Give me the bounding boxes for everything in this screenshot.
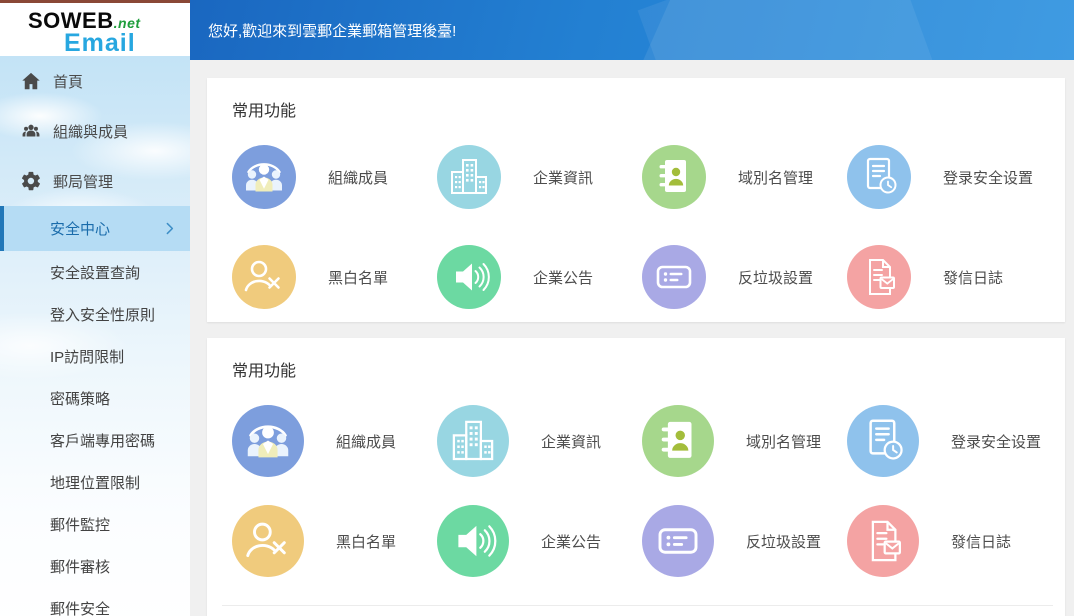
sidebar-subitem[interactable]: 安全設置查詢 xyxy=(0,251,190,293)
feature-label: 域別名管理 xyxy=(746,431,821,452)
sidebar-subitem[interactable]: 郵件審核 xyxy=(0,545,190,587)
feature-org-members[interactable]: 組織成員 xyxy=(232,405,437,477)
company-info-icon xyxy=(437,145,501,209)
login-security-icon xyxy=(847,405,919,477)
feature-send-log[interactable]: 發信日誌 xyxy=(847,245,1052,309)
sidebar-subitem[interactable]: 郵件監控 xyxy=(0,503,190,545)
feature-label: 企業資訊 xyxy=(541,431,601,452)
feature-label: 域別名管理 xyxy=(738,167,813,188)
sidebar-subitem[interactable]: 客戶端專用密碼 xyxy=(0,419,190,461)
feature-domain-alias[interactable]: 域別名管理 xyxy=(642,145,847,209)
sidebar-nav: 首頁 組織與成員 郵局管理 安全中心 安全設置查詢登入安全性原則IP訪問限制密碼… xyxy=(0,56,190,616)
section-title: 常用功能 xyxy=(232,102,1053,121)
sidebar-top-nav: 首頁 組織與成員 郵局管理 xyxy=(0,56,190,206)
users-icon xyxy=(20,120,42,142)
announcement-icon xyxy=(437,505,509,577)
feature-label: 發信日誌 xyxy=(943,267,1003,288)
sidebar-item-label: 組織與成員 xyxy=(53,121,128,142)
sidebar-subitem[interactable]: 地理位置限制 xyxy=(0,461,190,503)
feature-announcement[interactable]: 企業公告 xyxy=(437,245,642,309)
main-area: 您好,歡迎來到雲郵企業郵箱管理後臺! 常用功能 組織成員 xyxy=(190,0,1074,616)
feature-blacklist[interactable]: 黑白名單 xyxy=(232,505,437,577)
antispam-icon xyxy=(642,505,714,577)
feature-label: 黑白名單 xyxy=(328,267,388,288)
feature-label: 登录安全设置 xyxy=(951,431,1041,452)
announcement-icon xyxy=(437,245,501,309)
feature-company-info[interactable]: 企業資訊 xyxy=(437,145,642,209)
feature-grid: 組織成員 企業資訊 xyxy=(232,145,1053,309)
domain-alias-icon xyxy=(642,145,706,209)
feature-login-security[interactable]: 登录安全设置 xyxy=(847,145,1052,209)
sidebar-item-post-office[interactable]: 郵局管理 xyxy=(0,156,190,206)
feature-grid: 組織成員 企業資訊 xyxy=(232,405,1053,577)
sidebar-item-security-center[interactable]: 安全中心 xyxy=(0,206,190,251)
sidebar-sub-nav: 安全設置查詢登入安全性原則IP訪問限制密碼策略客戶端專用密碼地理位置限制郵件監控… xyxy=(0,251,190,616)
feature-label: 組織成員 xyxy=(328,167,388,188)
org-members-icon xyxy=(232,405,304,477)
feature-send-log[interactable]: 發信日誌 xyxy=(847,505,1052,577)
send-log-icon xyxy=(847,245,911,309)
feature-antispam[interactable]: 反垃圾設置 xyxy=(642,505,847,577)
feature-org-members[interactable]: 組織成員 xyxy=(232,145,437,209)
sidebar-subitem[interactable]: 登入安全性原則 xyxy=(0,293,190,335)
domain-alias-icon xyxy=(642,405,714,477)
sidebar: SOWEB.net Email 首頁 組織與成員 郵局管理 安全中心 安全設置查… xyxy=(0,0,190,616)
sidebar-subitem[interactable]: 郵件安全 xyxy=(0,587,190,616)
home-icon xyxy=(20,70,42,92)
company-info-icon xyxy=(437,405,509,477)
send-log-icon xyxy=(847,505,919,577)
sidebar-item-label: 郵局管理 xyxy=(53,171,113,192)
sidebar-item-home[interactable]: 首頁 xyxy=(0,56,190,106)
top-header: 您好,歡迎來到雲郵企業郵箱管理後臺! xyxy=(190,0,1074,60)
feature-announcement[interactable]: 企業公告 xyxy=(437,505,642,577)
feature-label: 反垃圾設置 xyxy=(746,531,821,552)
feature-login-security[interactable]: 登录安全设置 xyxy=(847,405,1052,477)
gear-icon xyxy=(20,170,42,192)
feature-domain-alias[interactable]: 域別名管理 xyxy=(642,405,847,477)
feature-blacklist[interactable]: 黑白名單 xyxy=(232,245,437,309)
feature-label: 企業資訊 xyxy=(533,167,593,188)
section-title: 常用功能 xyxy=(232,362,1053,381)
feature-label: 企業公告 xyxy=(533,267,593,288)
login-security-icon xyxy=(847,145,911,209)
main-content: 常用功能 組織成員 企業 xyxy=(190,60,1074,616)
sidebar-active-label: 安全中心 xyxy=(50,218,110,239)
antispam-icon xyxy=(642,245,706,309)
app-window: SOWEB.net Email 首頁 組織與成員 郵局管理 安全中心 安全設置查… xyxy=(0,0,1074,616)
sidebar-item-label: 首頁 xyxy=(53,71,83,92)
feature-label: 企業公告 xyxy=(541,531,601,552)
feature-label: 組織成員 xyxy=(336,431,396,452)
feature-label: 發信日誌 xyxy=(951,531,1011,552)
feature-label: 黑白名單 xyxy=(336,531,396,552)
feature-label: 反垃圾設置 xyxy=(738,267,813,288)
panel-common-functions: 常用功能 組織成員 企業 xyxy=(207,338,1065,616)
divider xyxy=(222,605,1053,606)
sidebar-item-org-members[interactable]: 組織與成員 xyxy=(0,106,190,156)
feature-antispam[interactable]: 反垃圾設置 xyxy=(642,245,847,309)
blacklist-icon xyxy=(232,505,304,577)
logo-email: Email xyxy=(64,31,190,56)
panel-common-functions: 常用功能 組織成員 企業 xyxy=(207,78,1065,322)
logo[interactable]: SOWEB.net Email xyxy=(0,0,190,56)
sidebar-subitem[interactable]: 密碼策略 xyxy=(0,377,190,419)
sidebar-subitem[interactable]: IP訪問限制 xyxy=(0,335,190,377)
org-members-icon xyxy=(232,145,296,209)
feature-label: 登录安全设置 xyxy=(943,167,1033,188)
blacklist-icon xyxy=(232,245,296,309)
feature-company-info[interactable]: 企業資訊 xyxy=(437,405,642,477)
chevron-right-icon xyxy=(161,220,178,237)
welcome-message: 您好,歡迎來到雲郵企業郵箱管理後臺! xyxy=(208,20,456,41)
